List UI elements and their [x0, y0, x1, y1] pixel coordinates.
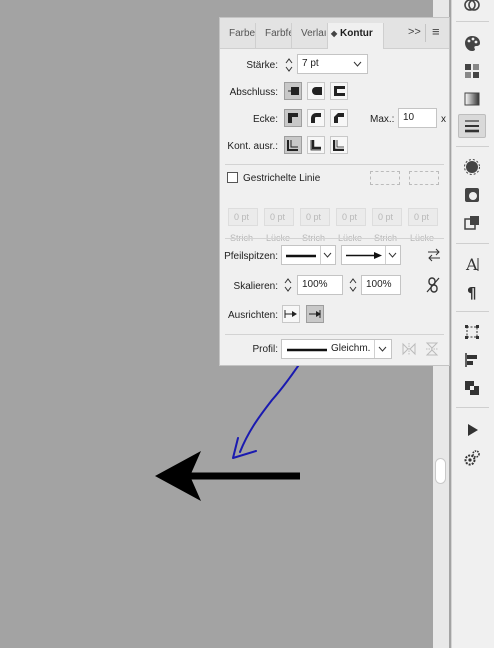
round-join-button[interactable]	[307, 109, 325, 127]
weight-spinner-icon[interactable]	[284, 56, 294, 74]
canvas-arrow-shape[interactable]	[155, 451, 300, 501]
scale-start-spinner-icon[interactable]	[283, 276, 293, 294]
scale-end-value: 100%	[366, 279, 392, 290]
dashed-line-label: Gestrichelte Linie	[243, 173, 321, 184]
paragraph-icon[interactable]: ¶	[458, 280, 486, 304]
dash-3-input[interactable]: 0 pt	[372, 208, 402, 226]
stroke-panel: Farbe Farbfe Verlaı ◆ Kontur >> ≡ Stärke…	[219, 17, 450, 366]
bevel-join-button[interactable]	[330, 109, 348, 127]
panel-tab-bar: Farbe Farbfe Verlaı ◆ Kontur >> ≡	[220, 18, 449, 49]
scrollbar-thumb[interactable]	[435, 458, 446, 484]
svg-text:¶: ¶	[467, 284, 477, 301]
panel-menu-icon[interactable]: ≡	[432, 24, 440, 39]
flip-vertical-icon[interactable]	[425, 342, 439, 359]
miter-limit-unit: x	[441, 114, 446, 125]
miter-join-button[interactable]	[284, 109, 302, 127]
arrowhead-end-select[interactable]	[341, 245, 401, 265]
scale-start-input[interactable]: 100%	[297, 275, 343, 295]
dash-2-input[interactable]: 0 pt	[300, 208, 330, 226]
arrowheads-label: Pfeilspitzen:	[224, 251, 278, 262]
tab-verlauf[interactable]: Verlaı	[292, 23, 328, 48]
tab-kontur-label: Kontur	[340, 28, 373, 39]
flip-horizontal-icon[interactable]	[402, 342, 416, 359]
plain-line-icon	[286, 254, 316, 258]
swatches-icon[interactable]	[458, 59, 486, 83]
dash-align-corners-icon[interactable]	[409, 171, 439, 185]
libraries-icon[interactable]	[458, 0, 486, 16]
scale-label: Skalieren:	[233, 281, 278, 292]
profile-value: Gleichm.	[331, 343, 371, 354]
butt-cap-button[interactable]	[284, 82, 302, 100]
gap-2-input[interactable]: 0 pt	[336, 208, 366, 226]
chevron-down-icon	[353, 61, 362, 67]
appearance-icon[interactable]	[458, 155, 486, 179]
settings-gears-icon[interactable]	[458, 446, 486, 470]
miter-limit-value: 10	[403, 112, 415, 123]
tab-sort-icon: ◆	[331, 29, 338, 38]
pathfinder-icon[interactable]	[458, 376, 486, 400]
color-palette-icon[interactable]	[458, 31, 486, 55]
align-stroke-center-button[interactable]	[284, 136, 302, 154]
weight-input[interactable]: 7 pt	[297, 54, 368, 74]
gradient-icon[interactable]	[458, 87, 486, 111]
gap-1-input[interactable]: 0 pt	[264, 208, 294, 226]
chevron-down-icon	[378, 346, 387, 352]
align-arrow-label: Ausrichten:	[227, 310, 278, 321]
graphic-styles-icon[interactable]	[458, 183, 486, 207]
arrow-at-end-button[interactable]	[306, 305, 324, 323]
round-cap-button[interactable]	[307, 82, 325, 100]
align-icon[interactable]	[458, 348, 486, 372]
dashed-line-checkbox[interactable]	[227, 172, 238, 183]
scale-end-spinner-icon[interactable]	[348, 276, 358, 294]
transform-icon[interactable]	[458, 320, 486, 344]
profile-label: Profil:	[252, 344, 278, 355]
tab-kontur[interactable]: ◆ Kontur	[328, 23, 384, 49]
tab-farbe[interactable]: Farbe	[220, 23, 256, 48]
cap-label: Abschluss:	[229, 87, 278, 98]
swap-arrowheads-icon[interactable]	[427, 248, 441, 265]
align-stroke-outside-button[interactable]	[330, 136, 348, 154]
scale-end-input[interactable]: 100%	[361, 275, 401, 295]
weight-value: 7 pt	[302, 58, 319, 69]
scale-start-value: 100%	[302, 279, 328, 290]
weight-label: Stärke:	[246, 60, 278, 71]
miter-limit-label: Max.:	[370, 114, 395, 125]
expand-panels-icon[interactable]: >>	[408, 26, 421, 38]
align-stroke-label: Kont. ausr.:	[227, 141, 278, 152]
svg-text:A: A	[465, 255, 478, 273]
panel-dock: A ¶	[451, 0, 494, 648]
dash-preserve-icon[interactable]	[370, 171, 400, 185]
align-stroke-inside-button[interactable]	[307, 136, 325, 154]
gap-3-input[interactable]: 0 pt	[408, 208, 438, 226]
symbols-icon[interactable]	[458, 211, 486, 235]
arrow-beyond-end-button[interactable]	[282, 305, 300, 323]
chevron-down-icon	[388, 252, 397, 258]
width-profile-select[interactable]: Gleichm.	[281, 339, 392, 359]
miter-limit-input[interactable]: 10	[398, 108, 437, 128]
stroke-panel-icon[interactable]	[458, 114, 486, 138]
projecting-cap-button[interactable]	[330, 82, 348, 100]
dash-1-input[interactable]: 0 pt	[228, 208, 258, 226]
tab-farbfelder[interactable]: Farbfe	[256, 23, 292, 48]
arrow-right-icon	[346, 252, 382, 259]
corner-label: Ecke:	[252, 114, 278, 125]
character-icon[interactable]: A	[458, 252, 486, 276]
arrowhead-start-select[interactable]	[281, 245, 336, 265]
actions-play-icon[interactable]	[458, 418, 486, 442]
chevron-down-icon	[323, 252, 332, 258]
uniform-profile-icon	[287, 348, 327, 352]
link-scale-icon[interactable]	[426, 277, 440, 296]
